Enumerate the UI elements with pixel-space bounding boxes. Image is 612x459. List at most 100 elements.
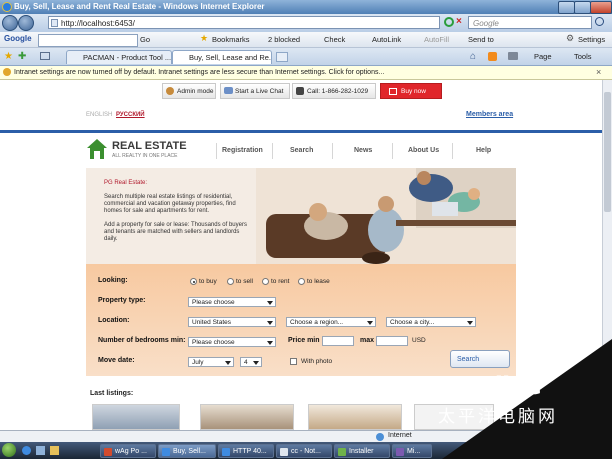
looking-label: Looking:	[98, 277, 128, 284]
back-button[interactable]	[2, 15, 18, 31]
close-window-button[interactable]	[590, 1, 612, 14]
taskbar-item-active[interactable]: Buy, Sell...	[158, 444, 216, 458]
spell-check-button[interactable]: Check	[324, 35, 345, 44]
house-logo-icon	[87, 139, 107, 159]
print-icon[interactable]	[508, 52, 518, 60]
price-max-label: max	[360, 337, 375, 344]
autolink-button[interactable]: AutoLink	[372, 35, 401, 44]
chevron-down-icon	[467, 321, 473, 325]
google-logo: Google	[4, 34, 32, 43]
city-select[interactable]: Choose a city...	[386, 317, 476, 327]
phone-icon	[296, 87, 304, 95]
bedrooms-select[interactable]: Please choose	[188, 337, 276, 347]
settings-button[interactable]: Settings	[578, 35, 605, 44]
send-to-button[interactable]: Send to	[468, 35, 494, 44]
globe-icon	[376, 433, 384, 441]
radio-to-lease[interactable]	[298, 278, 305, 285]
refresh-button[interactable]	[444, 17, 454, 27]
radio-to-sell[interactable]	[227, 278, 234, 285]
forward-button[interactable]	[18, 15, 34, 31]
quick-tabs-icon[interactable]	[40, 52, 50, 60]
bookmarks-button[interactable]: Bookmarks	[212, 35, 250, 44]
app-icon	[396, 448, 404, 456]
admin-mode-button[interactable]: Admin mode	[162, 83, 216, 99]
minimize-button[interactable]	[558, 1, 575, 14]
google-search-box[interactable]	[38, 34, 138, 47]
quicklaunch-explorer-icon[interactable]	[50, 446, 59, 455]
info-bar-close-icon[interactable]: ×	[596, 66, 601, 79]
app-icon	[104, 448, 112, 456]
wrench-icon[interactable]: ⚙	[566, 33, 574, 44]
move-month-select[interactable]: July	[188, 357, 234, 367]
stop-button[interactable]: ×	[456, 16, 466, 28]
tab-pacman[interactable]: PACMAN - Product Tool ...	[66, 50, 172, 64]
maximize-button[interactable]	[574, 1, 591, 14]
window-title-bar: Buy, Sell, Lease and Rent Real Estate - …	[0, 0, 612, 14]
favorites-star-icon[interactable]: ★	[4, 51, 13, 62]
scroll-thumb[interactable]	[604, 92, 611, 212]
price-min-input[interactable]	[322, 336, 354, 346]
region-select[interactable]: Choose a region...	[286, 317, 376, 327]
quicklaunch-ie-icon[interactable]	[22, 446, 31, 455]
taskbar-item[interactable]: wAg Po ...	[100, 444, 156, 458]
tools-menu[interactable]: Tools	[574, 52, 592, 61]
chevron-down-icon	[267, 321, 273, 325]
chevron-down-icon	[367, 321, 373, 325]
price-max-input[interactable]	[376, 336, 408, 346]
to-lease-label: to lease	[307, 278, 330, 285]
tab-strip: ★ ✚ PACMAN - Product Tool ... Buy, Sell,…	[0, 48, 612, 66]
nav-about-us[interactable]: About Us	[408, 147, 439, 154]
listing-thumbnail[interactable]	[200, 404, 294, 430]
rss-icon[interactable]	[488, 52, 497, 61]
ie-logo-icon	[2, 2, 12, 12]
move-day-select[interactable]: 4	[240, 357, 262, 367]
start-button[interactable]	[2, 443, 16, 457]
home-icon[interactable]: ⌂	[470, 51, 476, 62]
window-title: Buy, Sell, Lease and Rent Real Estate - …	[14, 2, 265, 11]
to-buy-label: to buy	[199, 278, 217, 285]
members-area-link[interactable]: Members area	[466, 111, 513, 118]
taskbar-item[interactable]: cc - Not...	[276, 444, 332, 458]
buy-now-button[interactable]: Buy now	[380, 83, 442, 99]
notepad-icon	[280, 448, 288, 456]
lang-russian[interactable]: РУССКИЙ	[116, 112, 145, 118]
live-chat-button[interactable]: Start a Live Chat	[220, 83, 290, 99]
family-photo	[256, 168, 516, 264]
listing-thumbnail[interactable]	[308, 404, 402, 430]
radio-to-buy[interactable]	[190, 278, 197, 285]
page-menu[interactable]: Page	[534, 52, 552, 61]
nav-divider	[332, 143, 333, 159]
security-zone-label: Internet	[388, 432, 412, 439]
with-photo-checkbox[interactable]	[290, 358, 297, 365]
to-rent-label: to rent	[271, 278, 290, 285]
nav-help[interactable]: Help	[476, 147, 491, 154]
cart-icon	[389, 88, 397, 95]
tab-real-estate[interactable]: Buy, Sell, Lease and Re...	[172, 50, 272, 64]
intranet-info-bar[interactable]: Intranet settings are now turned off by …	[0, 66, 612, 80]
taskbar-item[interactable]: Installer	[334, 444, 390, 458]
nav-registration[interactable]: Registration	[222, 147, 263, 154]
listing-thumbnail[interactable]	[92, 404, 180, 430]
add-favorites-icon[interactable]: ✚	[18, 51, 26, 62]
address-input[interactable]: http://localhost:6453/	[48, 16, 440, 29]
property-type-select[interactable]: Please choose	[188, 297, 276, 307]
call-button[interactable]: Call: 1-866-282-1029	[292, 83, 376, 99]
radio-to-rent[interactable]	[262, 278, 269, 285]
nav-divider	[392, 143, 393, 159]
nav-news[interactable]: News	[354, 147, 372, 154]
live-search-input[interactable]: Google	[468, 16, 592, 29]
lang-english[interactable]: ENGLISH	[86, 112, 112, 118]
new-tab-button[interactable]	[276, 52, 288, 62]
quicklaunch-desktop-icon[interactable]	[36, 446, 45, 455]
search-go-icon[interactable]	[595, 17, 604, 26]
site-logo[interactable]: REAL ESTATE ALL REALTY IN ONE PLACE	[86, 138, 216, 162]
popup-blocker-button[interactable]: 2 blocked	[268, 35, 300, 44]
chevron-down-icon	[253, 361, 259, 365]
nav-search[interactable]: Search	[290, 147, 313, 154]
taskbar-item[interactable]: HTTP 40...	[218, 444, 274, 458]
hero-heading: PG Real Estate:	[104, 180, 148, 186]
autofill-button[interactable]: AutoFill	[424, 35, 449, 44]
country-select[interactable]: United States	[188, 317, 276, 327]
go-button[interactable]: Go	[140, 35, 150, 44]
google-toolbar: Google Go ★ Bookmarks 2 blocked Check Au…	[0, 32, 612, 48]
